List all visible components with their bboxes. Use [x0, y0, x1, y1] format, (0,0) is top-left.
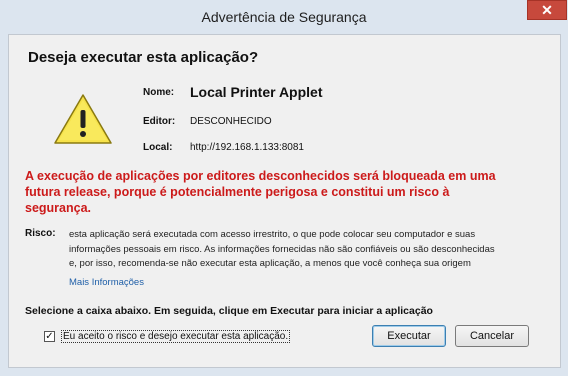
warning-line-2: futura release, porque é potencialmente …	[25, 185, 450, 199]
publisher-label: Editor:	[143, 116, 176, 127]
warning-triangle-icon	[54, 94, 112, 144]
blocking-warning-text: A execução de aplicações por editores de…	[25, 168, 550, 216]
cancel-button[interactable]: Cancelar	[455, 325, 529, 347]
risk-label: Risco:	[25, 228, 56, 239]
close-icon: ✕	[541, 2, 553, 18]
app-name-value: Local Printer Applet	[190, 84, 323, 100]
risk-description: esta aplicação será executada com acesso…	[69, 228, 559, 272]
name-label: Nome:	[143, 87, 175, 98]
risk-line-3: e, por isso, recomenda-se não executar e…	[69, 258, 471, 269]
warning-line-1: A execução de aplicações por editores de…	[25, 169, 496, 183]
dialog-content: Deseja executar esta aplicação? Nome: Lo…	[8, 34, 561, 368]
execute-button[interactable]: Executar	[372, 325, 446, 347]
title-bar[interactable]: Advertência de Segurança ✕	[0, 0, 568, 34]
location-value: http://192.168.1.133:8081	[190, 142, 304, 153]
security-warning-window: Advertência de Segurança ✕ Deseja execut…	[0, 0, 568, 376]
accept-risk-checkbox[interactable]: ✓	[44, 331, 55, 342]
window-title: Advertência de Segurança	[201, 9, 367, 25]
publisher-value: DESCONHECIDO	[190, 116, 272, 127]
more-info-link[interactable]: Mais Informações	[69, 277, 144, 288]
instruction-text: Selecione a caixa abaixo. Em seguida, cl…	[25, 305, 433, 317]
dialog-heading: Deseja executar esta aplicação?	[28, 49, 259, 66]
checkmark-icon: ✓	[45, 331, 54, 342]
risk-line-2: informações pessoais em risco. As inform…	[69, 243, 495, 255]
accept-risk-label[interactable]: Eu aceito o risco e desejo executar esta…	[61, 330, 291, 343]
warning-line-3: segurança.	[25, 201, 92, 215]
risk-line-1: esta aplicação será executada com acesso…	[69, 229, 476, 240]
close-button[interactable]: ✕	[527, 0, 567, 20]
location-label: Local:	[143, 142, 173, 153]
